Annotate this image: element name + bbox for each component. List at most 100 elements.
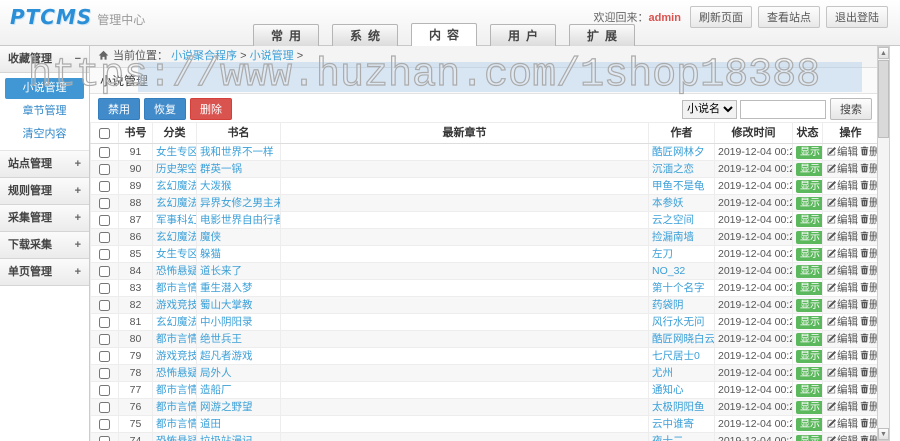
edit-button[interactable]: 编辑 <box>827 146 858 158</box>
title-link[interactable]: 网游之野望 <box>200 401 253 413</box>
title-link[interactable]: 道田 <box>200 418 221 430</box>
collapse-icon[interactable]: − <box>75 46 81 72</box>
delete-button[interactable]: 删除 <box>860 265 878 277</box>
tab-system[interactable]: 系统 <box>332 24 398 46</box>
row-checkbox[interactable] <box>99 435 110 441</box>
row-checkbox[interactable] <box>99 197 110 209</box>
logout-button[interactable]: 退出登陆 <box>826 6 888 28</box>
row-checkbox[interactable] <box>99 367 110 379</box>
title-link[interactable]: 躲猫 <box>200 248 221 260</box>
author-link[interactable]: NO_32 <box>652 265 685 277</box>
category-link[interactable]: 都市言情 <box>156 401 196 413</box>
title-link[interactable]: 群英一锅 <box>200 163 242 175</box>
scroll-down-arrow-icon[interactable]: ▼ <box>878 428 889 440</box>
sidebar-group-5[interactable]: 下载采集 + <box>0 232 89 259</box>
tab-user[interactable]: 用户 <box>490 24 556 46</box>
edit-button[interactable]: 编辑 <box>827 435 858 441</box>
row-checkbox[interactable] <box>99 265 110 277</box>
category-link[interactable]: 玄幻魔法 <box>156 316 196 328</box>
edit-button[interactable]: 编辑 <box>827 384 858 396</box>
delete-button[interactable]: 删除 <box>860 333 878 345</box>
row-checkbox[interactable] <box>99 282 110 294</box>
status-badge[interactable]: 显示 <box>796 197 822 210</box>
delete-button[interactable]: 删除 <box>860 367 878 379</box>
delete-button[interactable]: 删除 <box>860 350 878 362</box>
edit-button[interactable]: 编辑 <box>827 180 858 192</box>
author-link[interactable]: 夜十二 <box>652 435 684 441</box>
tab-content[interactable]: 内容 <box>411 23 477 46</box>
search-input[interactable] <box>740 99 826 119</box>
sidebar-group-4[interactable]: 采集管理 + <box>0 205 89 232</box>
sidebar-group-6[interactable]: 单页管理 + <box>0 259 89 286</box>
author-link[interactable]: 风行水无问 <box>652 316 705 328</box>
tab-common[interactable]: 常用 <box>253 24 319 46</box>
edit-button[interactable]: 编辑 <box>827 231 858 243</box>
search-button[interactable]: 搜索 <box>830 98 872 120</box>
expand-icon[interactable]: + <box>75 259 81 285</box>
refresh-page-button[interactable]: 刷新页面 <box>690 6 752 28</box>
breadcrumb-link-novel-admin[interactable]: 小说管理 <box>250 50 294 62</box>
status-badge[interactable]: 显示 <box>796 384 822 397</box>
status-badge[interactable]: 显示 <box>796 282 822 295</box>
title-link[interactable]: 重生潜入梦 <box>200 282 253 294</box>
category-link[interactable]: 都市言情 <box>156 282 196 294</box>
status-badge[interactable]: 显示 <box>796 214 822 227</box>
status-badge[interactable]: 显示 <box>796 350 822 363</box>
category-link[interactable]: 玄幻魔法 <box>156 180 196 192</box>
scroll-up-arrow-icon[interactable]: ▲ <box>878 47 889 59</box>
sidebar-item-章节管理[interactable]: 章节管理 <box>5 101 84 122</box>
edit-button[interactable]: 编辑 <box>827 350 858 362</box>
row-checkbox[interactable] <box>99 350 110 362</box>
sidebar-item-小说管理[interactable]: 小说管理 <box>5 78 84 99</box>
scrollbar-thumb[interactable] <box>878 60 889 138</box>
category-link[interactable]: 玄幻魔法 <box>156 197 196 209</box>
title-link[interactable]: 局外人 <box>200 367 232 379</box>
delete-button[interactable]: 删除 <box>860 197 878 209</box>
author-link[interactable]: 第十个名字 <box>652 282 705 294</box>
view-site-button[interactable]: 查看站点 <box>758 6 820 28</box>
row-checkbox[interactable] <box>99 231 110 243</box>
row-checkbox[interactable] <box>99 214 110 226</box>
title-link[interactable]: 垃圾站漫记 <box>200 435 253 441</box>
title-link[interactable]: 道长来了 <box>200 265 242 277</box>
category-link[interactable]: 游戏竞技 <box>156 299 196 311</box>
delete-button[interactable]: 删除 <box>860 146 878 158</box>
author-link[interactable]: 尤州 <box>652 367 673 379</box>
delete-button[interactable]: 删除 <box>860 214 878 226</box>
delete-button[interactable]: 删除 <box>860 180 878 192</box>
sidebar-group-1[interactable]: 收藏管理 − <box>0 46 89 73</box>
row-checkbox[interactable] <box>99 163 110 175</box>
category-link[interactable]: 历史架空 <box>156 163 196 175</box>
delete-button[interactable]: 删除 <box>860 299 878 311</box>
category-link[interactable]: 恐怖悬疑 <box>156 265 196 277</box>
author-link[interactable]: 云之空间 <box>652 214 694 226</box>
status-badge[interactable]: 显示 <box>796 163 822 176</box>
edit-button[interactable]: 编辑 <box>827 197 858 209</box>
sidebar-item-清空内容[interactable]: 清空内容 <box>5 124 84 145</box>
author-link[interactable]: 酷匠网晓白云 <box>652 333 714 345</box>
status-badge[interactable]: 显示 <box>796 401 822 414</box>
breadcrumb-link-program[interactable]: 小说聚合程序 <box>171 50 237 62</box>
title-link[interactable]: 超凡者游戏 <box>200 350 253 362</box>
status-badge[interactable]: 显示 <box>796 146 822 159</box>
category-link[interactable]: 都市言情 <box>156 418 196 430</box>
edit-button[interactable]: 编辑 <box>827 299 858 311</box>
select-all-checkbox[interactable] <box>99 127 110 139</box>
edit-button[interactable]: 编辑 <box>827 265 858 277</box>
status-badge[interactable]: 显示 <box>796 265 822 278</box>
edit-button[interactable]: 编辑 <box>827 333 858 345</box>
author-link[interactable]: 左刀 <box>652 248 673 260</box>
expand-icon[interactable]: + <box>75 151 81 177</box>
toolbar-button-恢复[interactable]: 恢复 <box>144 98 186 120</box>
edit-button[interactable]: 编辑 <box>827 367 858 379</box>
row-checkbox[interactable] <box>99 248 110 260</box>
author-link[interactable]: 捡漏南墙 <box>652 231 694 243</box>
title-link[interactable]: 大泼猴 <box>200 180 232 192</box>
delete-button[interactable]: 删除 <box>860 316 878 328</box>
status-badge[interactable]: 显示 <box>796 435 822 441</box>
edit-button[interactable]: 编辑 <box>827 316 858 328</box>
title-link[interactable]: 电影世界自由行者 <box>200 214 280 226</box>
delete-button[interactable]: 删除 <box>860 248 878 260</box>
expand-icon[interactable]: + <box>75 232 81 258</box>
row-checkbox[interactable] <box>99 299 110 311</box>
